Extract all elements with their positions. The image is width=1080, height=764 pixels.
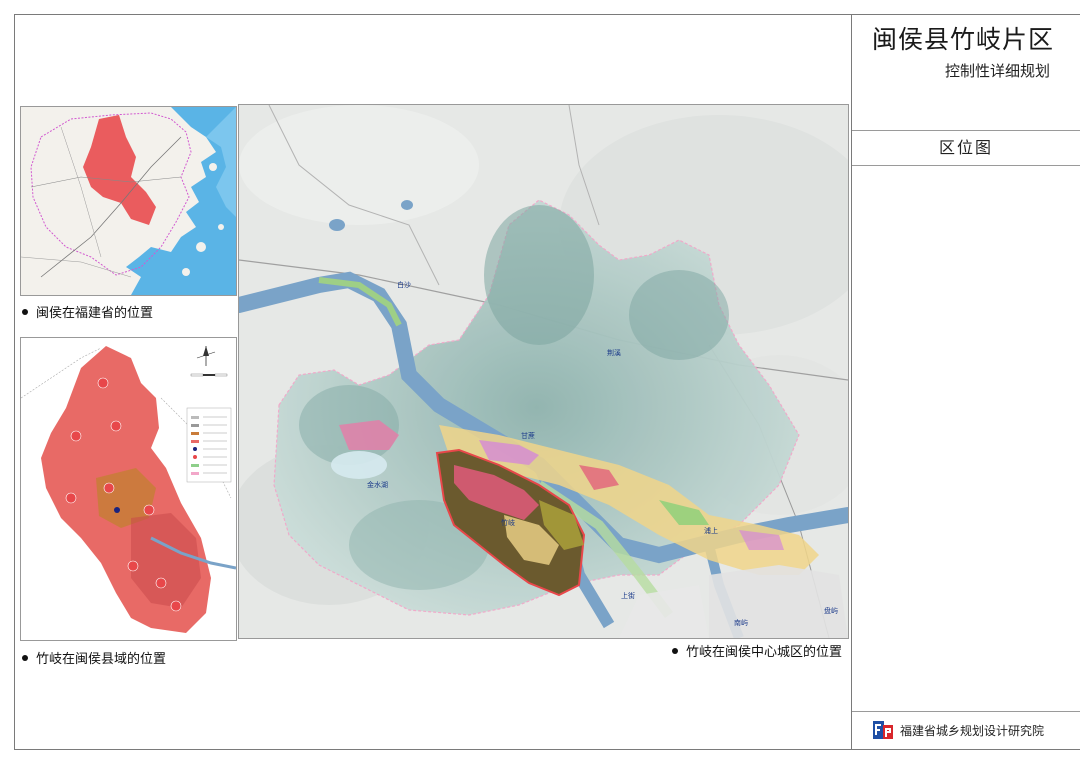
org-divider (852, 711, 1080, 712)
project-subtitle: 控制性详细规划 (944, 62, 1050, 80)
place-label-zhuqi: 竹岐 (501, 518, 515, 527)
county-caption: 竹岐在闽侯县域的位置 (22, 648, 166, 667)
county-map-graphic (21, 338, 236, 640)
place-label-panyu: 盘屿 (824, 606, 838, 615)
province-map-graphic (21, 107, 236, 295)
city-map-graphic: 白沙 甘蔗 金水湖 竹岐 荆溪 上街 南屿 浦上 盘屿 (239, 105, 848, 638)
place-label-pushang: 浦上 (704, 526, 718, 535)
city-caption: 竹岐在闽侯中心城区的位置 (672, 641, 842, 660)
place-label-jingxi: 荆溪 (607, 348, 621, 357)
bullet-icon (672, 647, 678, 654)
place-label-ganzhe: 甘蔗 (521, 431, 535, 440)
organization-name: 福建省城乡规划设计研究院 (900, 723, 1045, 738)
bullet-icon (22, 308, 28, 315)
county-legend (186, 407, 232, 483)
place-label-shangjie: 上街 (621, 591, 635, 600)
sheet-name: 区位图 (852, 130, 1080, 166)
bullet-icon (22, 654, 28, 661)
province-location-map (20, 106, 237, 296)
province-caption: 闽侯在福建省的位置 (22, 302, 153, 321)
county-location-map (20, 337, 237, 641)
county-caption-text: 竹岐在闽侯县域的位置 (36, 652, 167, 667)
place-label-baisha: 白沙 (397, 280, 411, 289)
province-caption-text: 闽侯在福建省的位置 (36, 306, 154, 321)
place-label-jinshuihu: 金水湖 (367, 480, 388, 489)
organization-block: 福建省城乡规划设计研究院 (872, 719, 1044, 741)
institute-logo-icon (873, 721, 893, 739)
project-title: 闽侯县竹岐片区 (871, 25, 1054, 54)
place-label-nanyu: 南屿 (734, 618, 748, 627)
title-block: 闽侯县竹岐片区 控制性详细规划 (852, 14, 1080, 130)
scale-bar (190, 373, 228, 377)
city-location-map: 白沙 甘蔗 金水湖 竹岐 荆溪 上街 南屿 浦上 盘屿 (238, 104, 849, 639)
city-caption-text: 竹岐在闽侯中心城区的位置 (686, 645, 843, 660)
